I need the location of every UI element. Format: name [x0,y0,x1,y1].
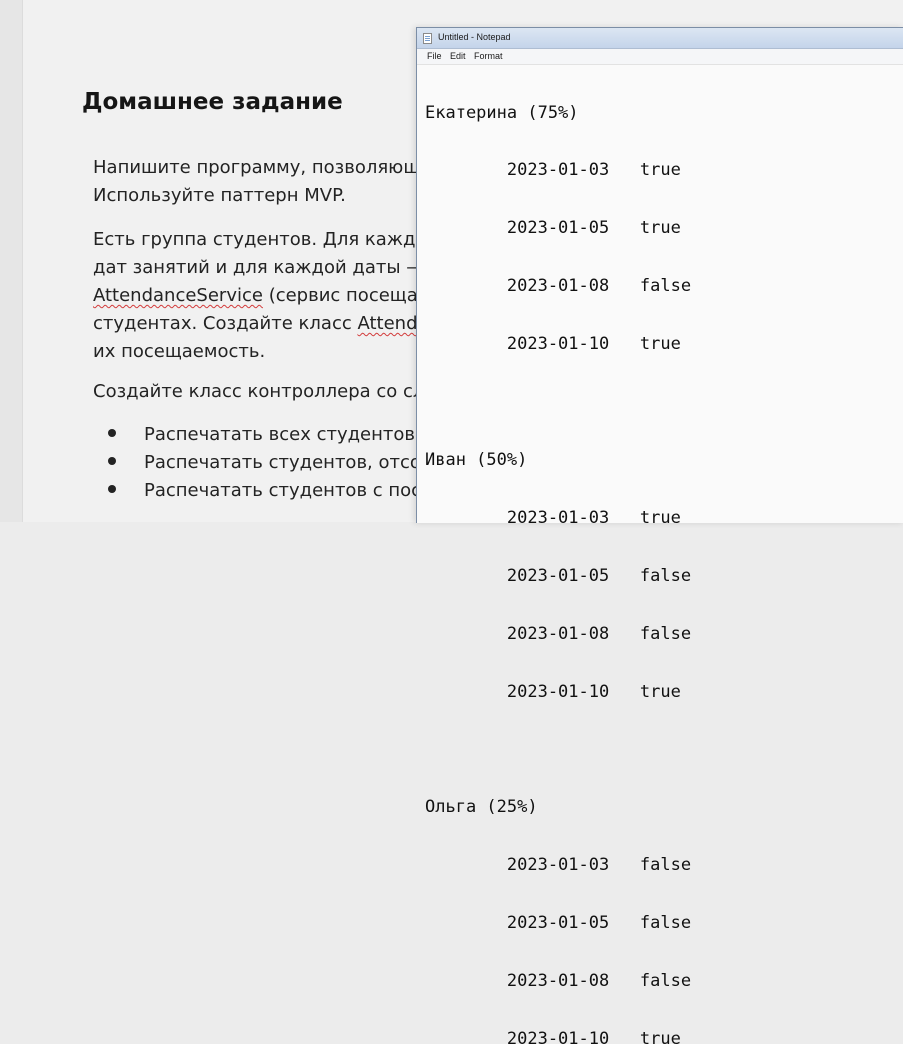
list-item-text: Распечатать студентов, отсор [144,452,433,473]
text-line: 2023-01-10 true [425,681,681,702]
menu-edit[interactable]: Edit [450,51,466,61]
text-line: Иван (50%) [425,449,528,470]
paragraph-line: Используйте паттерн MVP. [93,185,346,206]
paragraph-line: их посещаемость. [93,341,266,362]
paragraph-line: дат занятий и для каждой даты — [93,257,425,278]
list-item: Распечатать студентов с посе [108,477,432,505]
text-line [425,393,691,412]
bullet-dot-icon [108,457,116,465]
text-line: Ольга (25%) [425,797,538,818]
background-gutter [0,0,22,522]
notepad-icon [423,33,432,44]
paragraph-students: Есть группа студентов. Для каждо дат зан… [93,226,429,366]
menu-format[interactable]: Format [474,51,503,61]
paragraph-line: Напишите программу, позволяющ [93,157,421,178]
paragraph-task-intro: Напишите программу, позволяющ Используйт… [93,154,420,210]
list-item-text: Распечатать студентов с посе [144,480,433,501]
paragraph-line: Есть группа студентов. Для каждо [93,229,427,250]
notepad-window[interactable]: Untitled - Notepad File Edit Format Екат… [416,27,903,1044]
text-line: 2023-01-08 false [425,623,692,644]
paragraph-line: студентах. Создайте класс Attenda [93,310,429,338]
text-line: 2023-01-03 true [425,507,681,528]
text-line: 2023-01-08 false [425,276,692,297]
text-line: 2023-01-05 false [425,565,692,586]
window-title: Untitled - Notepad [438,32,511,42]
menu-bar: File Edit Format [417,49,903,65]
text-line: 2023-01-08 false [425,970,692,991]
list-item: Распечатать всех студентов и [108,421,432,449]
text-line: 2023-01-10 true [425,1028,681,1044]
text-line: Екатерина (75%) [425,102,579,123]
text-line: 2023-01-05 false [425,913,692,934]
paragraph-line: AttendanceService (сервис посеща [93,282,429,310]
bullet-dot-icon [108,429,116,437]
text-line: 2023-01-05 true [425,218,681,239]
notepad-titlebar[interactable]: Untitled - Notepad [417,28,903,49]
text-line [425,740,691,759]
bullet-dot-icon [108,485,116,493]
menu-file[interactable]: File [427,51,442,61]
paragraph-controller: Создайте класс контроллера со сл [93,381,425,402]
document-title: Домашнее задание [82,89,343,115]
text-line: 2023-01-03 true [425,160,681,181]
notepad-text-area[interactable]: Екатерина (75%) 2023-01-03 true 2023-01-… [425,65,691,1044]
paragraph-text: (сервис посеща [262,285,418,306]
text-line: 2023-01-03 false [425,855,692,876]
paragraph-text: студентах. Создайте класс [93,313,358,334]
list-item-text: Распечатать всех студентов и [144,424,433,445]
list-item: Распечатать студентов, отсор [108,449,432,477]
text-line: 2023-01-10 true [425,334,681,355]
class-name-attendance-service: AttendanceService [93,285,263,306]
